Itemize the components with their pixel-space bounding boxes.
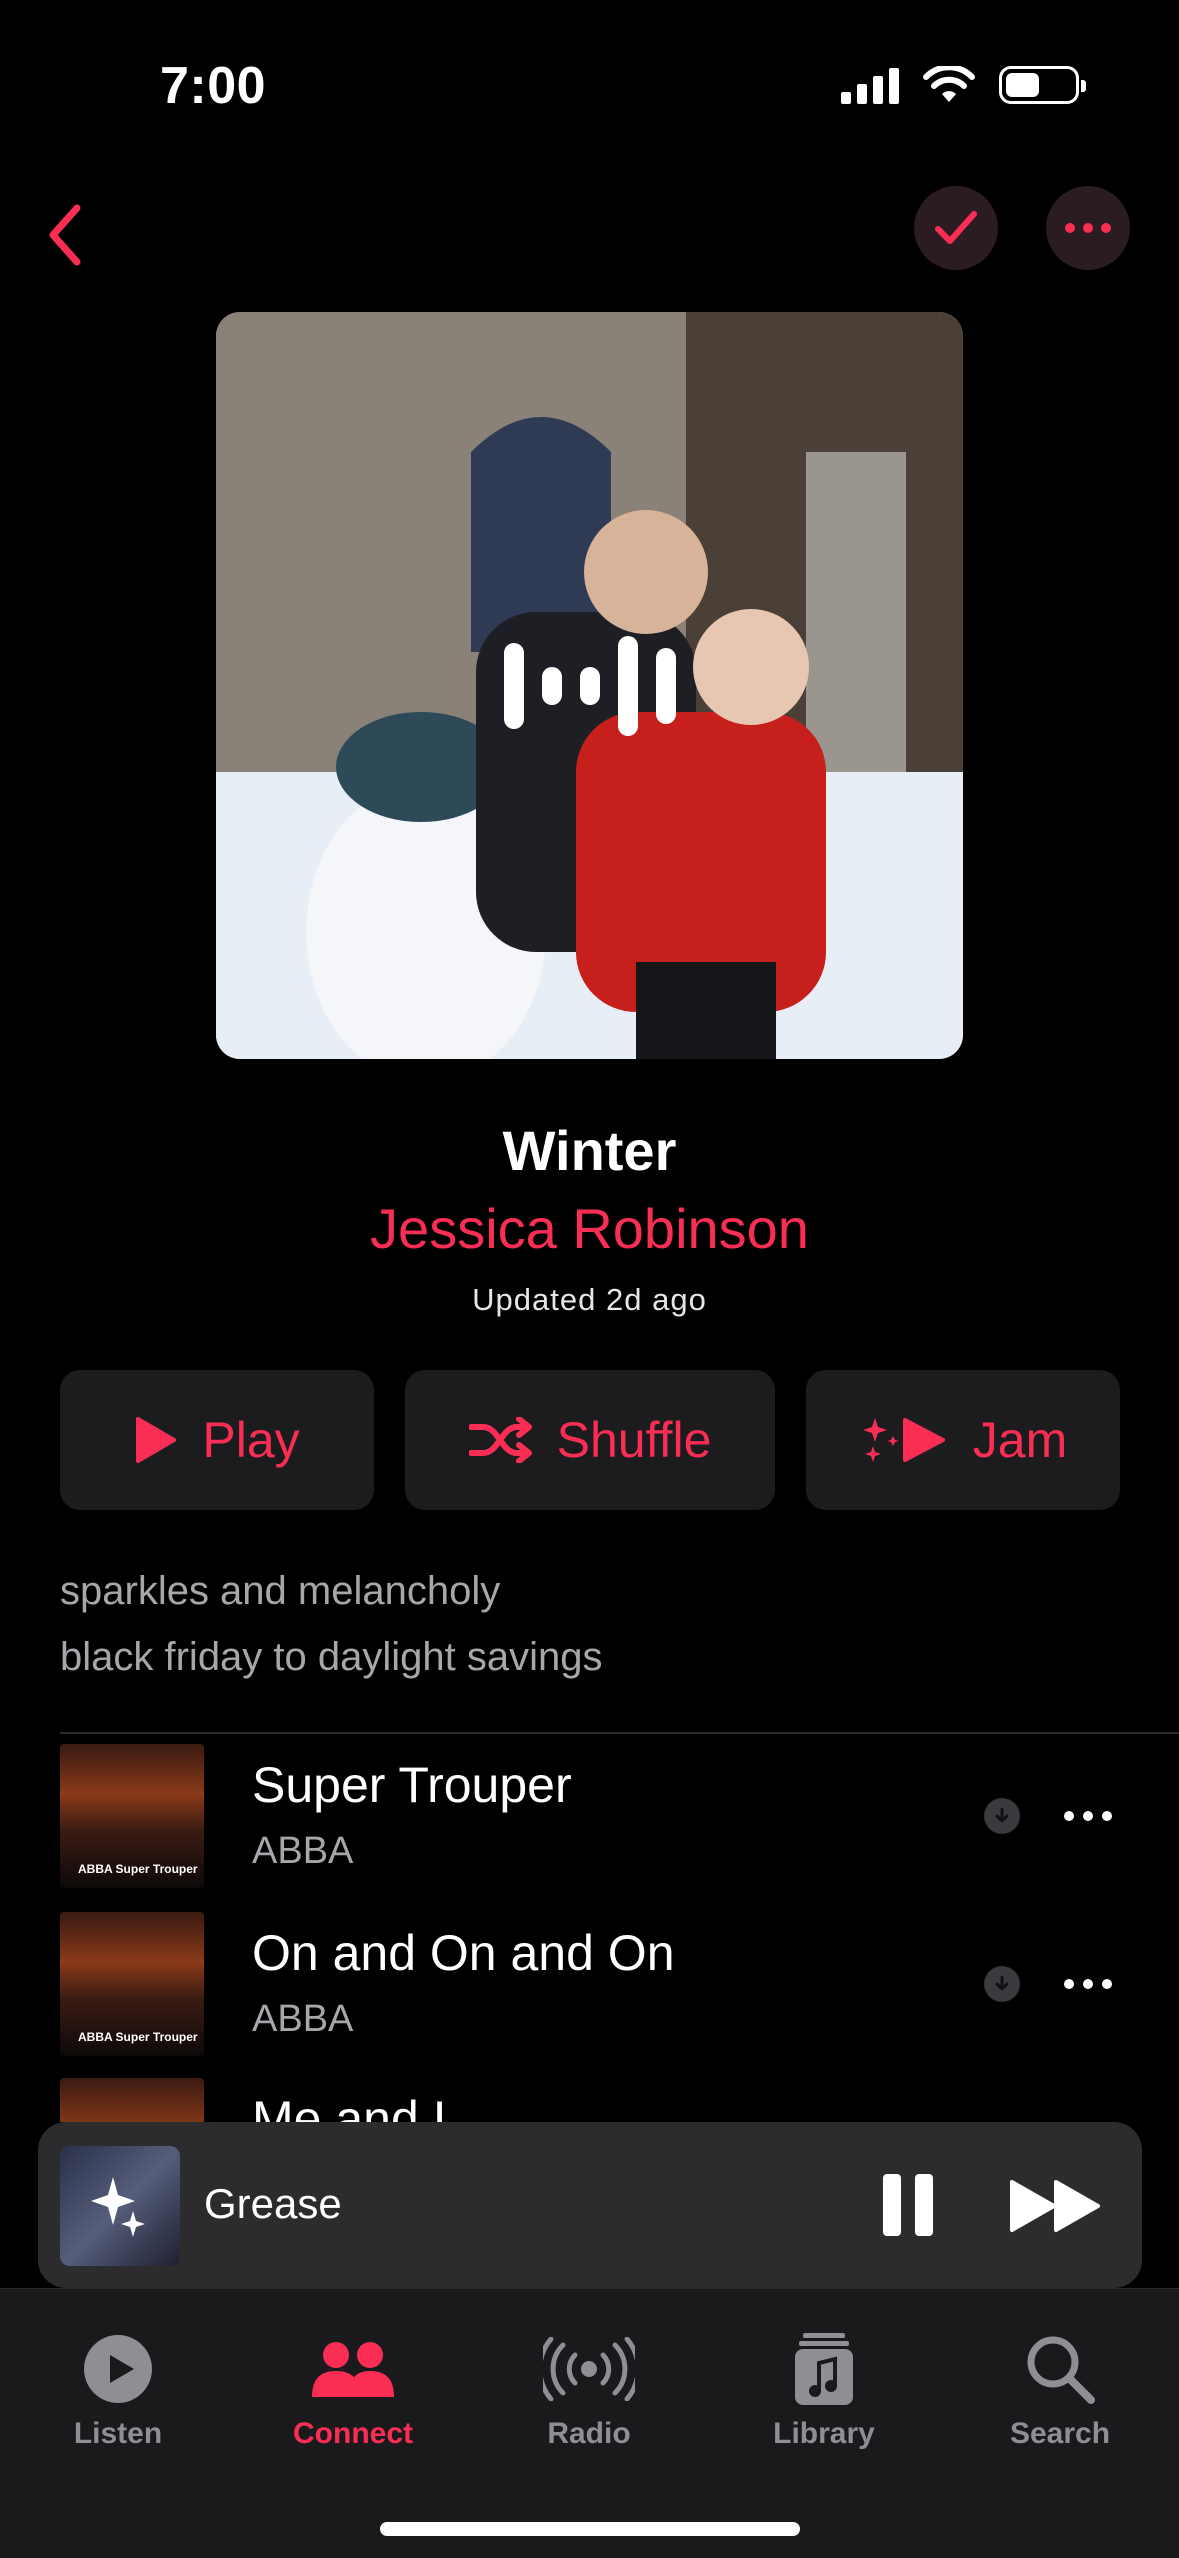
sparkle-play-icon (862, 1418, 945, 1462)
playlist-artwork[interactable] (216, 312, 963, 1059)
mini-player[interactable]: Grease (38, 2122, 1142, 2288)
mini-player-title: Grease (204, 2180, 342, 2227)
now-playing-equalizer-icon (503, 635, 676, 736)
tab-listen[interactable]: Listen (18, 2329, 218, 2451)
status-bar: 7:00 (0, 0, 1179, 170)
cellular-signal-icon (841, 66, 899, 104)
track-row[interactable]: Me and I (60, 2078, 1120, 2122)
playlist-curator-link[interactable]: Jessica Robinson (0, 1196, 1179, 1261)
jam-label: Jam (972, 1412, 1068, 1468)
fast-forward-icon (1010, 2180, 1100, 2232)
tab-search[interactable]: Search (960, 2329, 1160, 2451)
next-track-button[interactable] (1000, 2168, 1112, 2244)
track-title: Super Trouper (252, 1757, 572, 1813)
wifi-icon (923, 66, 975, 102)
jam-button[interactable]: Jam (806, 1370, 1120, 1510)
pause-button[interactable] (868, 2162, 948, 2248)
divider (60, 1732, 1179, 1734)
album-art-text: ABBA Super Trouper (78, 2030, 198, 2044)
tab-library[interactable]: Library (724, 2329, 924, 2451)
battery-icon (999, 66, 1086, 104)
shuffle-icon (468, 1417, 532, 1463)
tab-bar: Listen Connect Radio Library Search (0, 2288, 1179, 2558)
magnifier-icon (960, 2329, 1160, 2409)
tab-label: Library (773, 2417, 875, 2450)
mini-player-artwork (60, 2146, 180, 2266)
play-button[interactable]: Play (60, 1370, 374, 1510)
track-artwork (60, 2078, 204, 2122)
play-icon (136, 1417, 177, 1463)
description-line: sparkles and melancholy (60, 1569, 501, 1613)
tab-radio[interactable]: Radio (489, 2329, 689, 2451)
track-more-button[interactable] (1058, 1792, 1118, 1840)
track-more-button[interactable] (1058, 1960, 1118, 2008)
shuffle-label: Shuffle (556, 1412, 712, 1468)
added-to-library-button[interactable] (914, 186, 998, 270)
people-icon (253, 2329, 453, 2409)
updated-timestamp: Updated 2d ago (472, 1282, 707, 1317)
library-music-icon (724, 2329, 924, 2409)
tab-label: Connect (293, 2417, 413, 2450)
status-icons (841, 66, 1086, 104)
play-circle-icon (18, 2329, 218, 2409)
track-row[interactable]: ABBA Super Trouper Super Trouper ABBA (60, 1744, 1120, 1888)
track-artwork: ABBA Super Trouper (60, 1912, 204, 2056)
album-art-text: ABBA Super Trouper (78, 1862, 198, 1876)
track-title: Me and I (252, 2091, 447, 2122)
ellipsis-icon (1064, 1811, 1112, 1821)
checkmark-icon (935, 211, 977, 244)
ellipsis-icon (1064, 1979, 1112, 1989)
back-button[interactable] (20, 190, 110, 280)
track-row[interactable]: ABBA Super Trouper On and On and On ABBA (60, 1912, 1120, 2056)
description-line: black friday to daylight savings (60, 1635, 603, 1679)
sparkle-icon (91, 2177, 145, 2237)
playlist-description: sparkles and melancholy black friday to … (60, 1558, 603, 1690)
tab-label: Listen (73, 2417, 163, 2450)
more-options-button[interactable] (1046, 186, 1130, 270)
chevron-left-icon (49, 204, 81, 266)
track-artist: ABBA (252, 1830, 354, 1872)
track-artist: ABBA (252, 1998, 354, 2040)
status-time: 7:00 (160, 57, 267, 115)
track-title: On and On and On (252, 1925, 675, 1981)
track-artwork: ABBA Super Trouper (60, 1744, 204, 1888)
tab-label: Radio (547, 2417, 631, 2450)
tab-connect[interactable]: Connect (253, 2329, 453, 2451)
tab-label: Search (1009, 2417, 1111, 2450)
shuffle-button[interactable]: Shuffle (405, 1370, 775, 1510)
downloaded-icon (984, 1966, 1020, 2002)
pause-icon-bar (915, 2174, 933, 2236)
radio-broadcast-icon (489, 2329, 689, 2409)
play-label: Play (202, 1412, 300, 1468)
pause-icon (883, 2174, 901, 2236)
home-indicator[interactable] (380, 2522, 800, 2536)
downloaded-icon (984, 1798, 1020, 1834)
playlist-title: Winter (502, 1119, 677, 1182)
ellipsis-icon (1065, 223, 1111, 233)
